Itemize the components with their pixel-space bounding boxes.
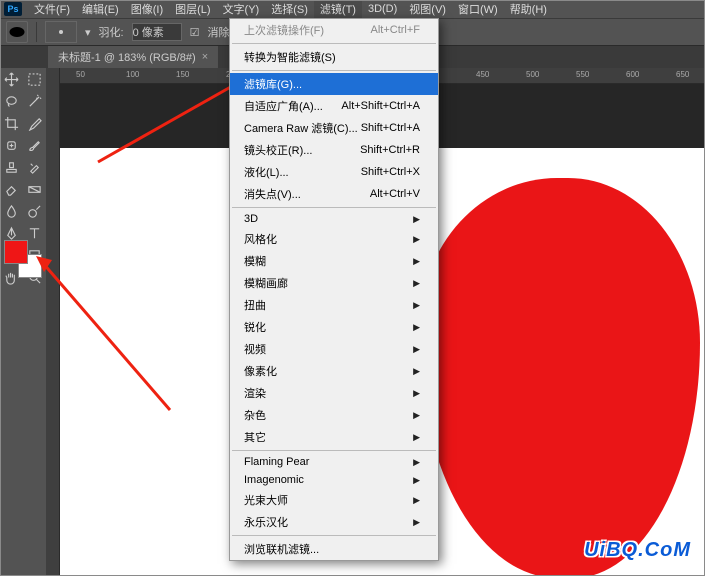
menu-layer[interactable]: 图层(L) bbox=[169, 0, 216, 19]
menu-blur-submenu[interactable]: 模糊▶ bbox=[230, 250, 438, 272]
menu-other-submenu[interactable]: 其它▶ bbox=[230, 426, 438, 448]
menu-blur-gallery-submenu[interactable]: 模糊画廊▶ bbox=[230, 272, 438, 294]
foreground-color-swatch[interactable] bbox=[4, 240, 28, 264]
menu-image[interactable]: 图像(I) bbox=[125, 0, 169, 19]
healing-tool[interactable] bbox=[0, 134, 23, 156]
menu-window[interactable]: 窗口(W) bbox=[452, 0, 504, 19]
main-menubar: 文件(F) 编辑(E) 图像(I) 图层(L) 文字(Y) 选择(S) 滤镜(T… bbox=[0, 0, 705, 18]
current-tool-icon[interactable] bbox=[6, 21, 28, 43]
eraser-tool[interactable] bbox=[0, 178, 23, 200]
menu-last-filter: 上次滤镜操作(F)Alt+Ctrl+F bbox=[230, 19, 438, 41]
separator: ▾ bbox=[85, 26, 91, 39]
lasso-tool[interactable] bbox=[0, 90, 23, 112]
stamp-tool[interactable] bbox=[0, 156, 23, 178]
menu-render-submenu[interactable]: 渲染▶ bbox=[230, 382, 438, 404]
menu-stylize-submenu[interactable]: 风格化▶ bbox=[230, 228, 438, 250]
menu-view[interactable]: 视图(V) bbox=[403, 0, 452, 19]
menu-adaptive-wide-angle[interactable]: 自适应广角(A)...Alt+Shift+Ctrl+A bbox=[230, 95, 438, 117]
menu-plugin-yongle[interactable]: 永乐汉化▶ bbox=[230, 511, 438, 533]
menu-noise-submenu[interactable]: 杂色▶ bbox=[230, 404, 438, 426]
ps-logo: Ps bbox=[4, 2, 22, 16]
menu-sharpen-submenu[interactable]: 锐化▶ bbox=[230, 316, 438, 338]
menu-convert-smart-filter[interactable]: 转换为智能滤镜(S) bbox=[230, 46, 438, 68]
menu-type[interactable]: 文字(Y) bbox=[217, 0, 266, 19]
gradient-tool[interactable] bbox=[23, 178, 46, 200]
menu-distort-submenu[interactable]: 扭曲▶ bbox=[230, 294, 438, 316]
brush-preview[interactable] bbox=[45, 21, 77, 43]
document-tab-label: 未标题-1 @ 183% (RGB/8#) bbox=[58, 49, 196, 65]
blur-tool[interactable] bbox=[0, 200, 23, 222]
menu-3d[interactable]: 3D(D) bbox=[362, 1, 403, 17]
brush-tool[interactable] bbox=[23, 134, 46, 156]
menu-file[interactable]: 文件(F) bbox=[28, 0, 76, 19]
menu-edit[interactable]: 编辑(E) bbox=[76, 0, 125, 19]
menu-lens-correction[interactable]: 镜头校正(R)...Shift+Ctrl+R bbox=[230, 139, 438, 161]
crop-tool[interactable] bbox=[0, 112, 23, 134]
menu-filter[interactable]: 滤镜(T) bbox=[314, 0, 362, 19]
menu-video-submenu[interactable]: 视频▶ bbox=[230, 338, 438, 360]
close-icon[interactable]: × bbox=[202, 51, 208, 63]
magic-wand-tool[interactable] bbox=[23, 90, 46, 112]
red-shape bbox=[420, 178, 700, 576]
menu-browse-online-filters[interactable]: 浏览联机滤镜... bbox=[230, 538, 438, 560]
feather-label: 羽化: bbox=[99, 24, 124, 40]
menu-filter-gallery[interactable]: 滤镜库(G)... bbox=[230, 73, 438, 95]
menu-plugin-imagenomic[interactable]: Imagenomic▶ bbox=[230, 471, 438, 489]
move-tool[interactable] bbox=[0, 68, 23, 90]
menu-help[interactable]: 帮助(H) bbox=[504, 0, 553, 19]
menu-pixelate-submenu[interactable]: 像素化▶ bbox=[230, 360, 438, 382]
history-brush-tool[interactable] bbox=[23, 156, 46, 178]
menu-liquify[interactable]: 液化(L)...Shift+Ctrl+X bbox=[230, 161, 438, 183]
color-swatches[interactable] bbox=[4, 240, 42, 278]
feather-input[interactable] bbox=[132, 23, 182, 41]
menu-plugin-flaming-pear[interactable]: Flaming Pear▶ bbox=[230, 453, 438, 471]
dodge-tool[interactable] bbox=[23, 200, 46, 222]
document-tab[interactable]: 未标题-1 @ 183% (RGB/8#) × bbox=[48, 46, 218, 68]
menu-3d-submenu[interactable]: 3D▶ bbox=[230, 210, 438, 228]
ruler-vertical bbox=[46, 68, 60, 576]
menu-plugin-guangshu[interactable]: 光束大师▶ bbox=[230, 489, 438, 511]
eyedropper-tool[interactable] bbox=[23, 112, 46, 134]
menu-select[interactable]: 选择(S) bbox=[265, 0, 314, 19]
menu-camera-raw[interactable]: Camera Raw 滤镜(C)...Shift+Ctrl+A bbox=[230, 117, 438, 139]
marquee-tool[interactable] bbox=[23, 68, 46, 90]
menu-vanishing-point[interactable]: 消失点(V)...Alt+Ctrl+V bbox=[230, 183, 438, 205]
watermark: UiBQ.CoM bbox=[584, 539, 691, 562]
filter-menu-dropdown: 上次滤镜操作(F)Alt+Ctrl+F 转换为智能滤镜(S) 滤镜库(G)...… bbox=[229, 18, 439, 561]
